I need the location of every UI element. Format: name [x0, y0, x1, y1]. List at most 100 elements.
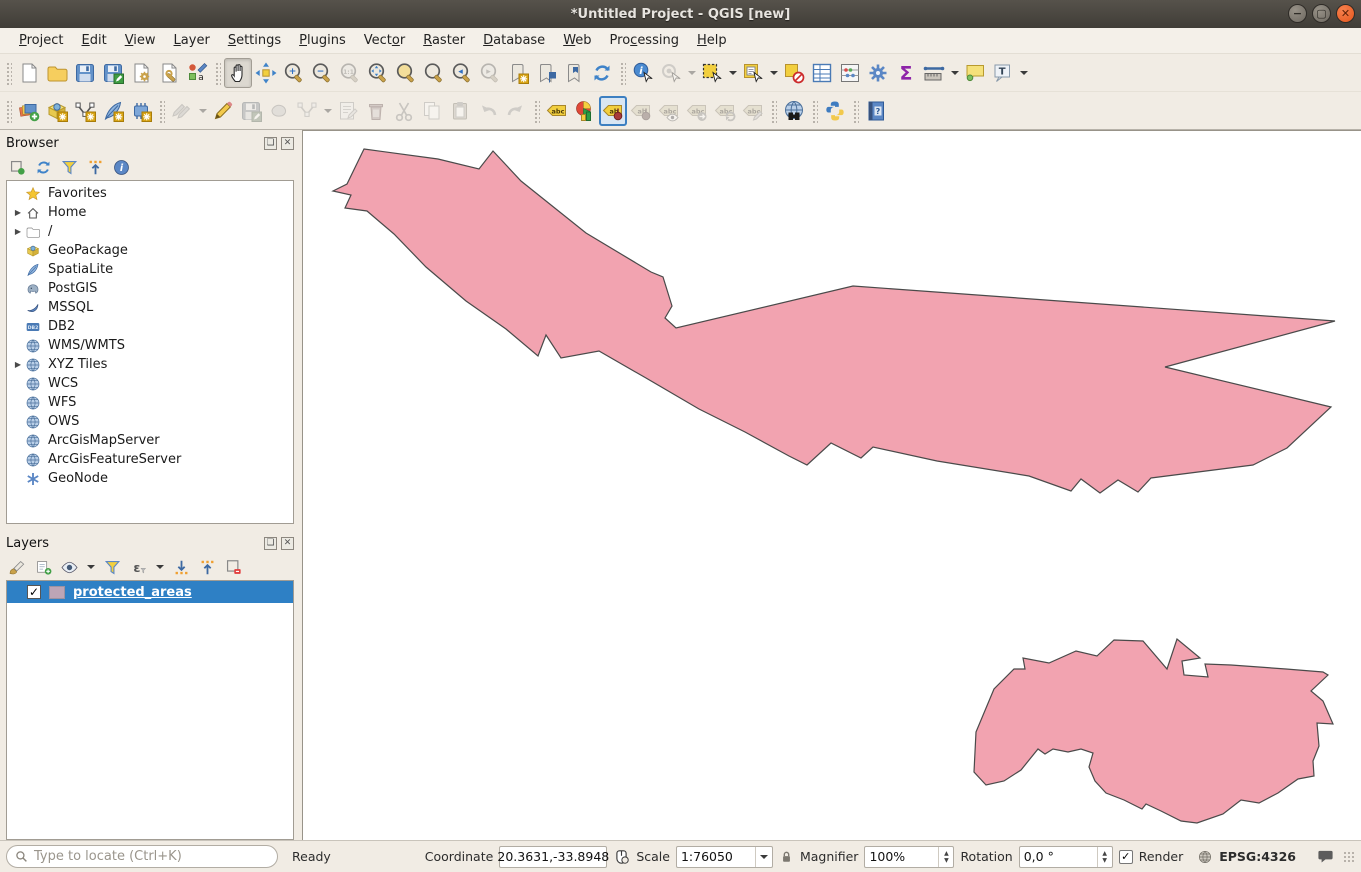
- pan-to-selection-icon[interactable]: [252, 58, 280, 88]
- menu-vector[interactable]: Vector: [355, 30, 414, 51]
- title-bar[interactable]: *Untitled Project - QGIS [new] − ▢ ✕: [0, 0, 1361, 28]
- menu-database[interactable]: Database: [474, 30, 554, 51]
- field-calculator-icon[interactable]: [836, 58, 864, 88]
- layers-float-icon[interactable]: ❏: [264, 537, 277, 550]
- statistical-summary-icon[interactable]: Σ: [892, 58, 920, 88]
- collapse-all-icon[interactable]: [84, 156, 106, 178]
- scale-dropdown-icon[interactable]: [755, 847, 772, 867]
- menu-project[interactable]: Project: [10, 30, 73, 51]
- toolbar-grip[interactable]: [214, 61, 221, 85]
- map-canvas[interactable]: [302, 130, 1361, 840]
- browser-item-geonode[interactable]: GeoNode: [7, 469, 293, 488]
- collapse-all-layers-icon[interactable]: [196, 556, 218, 578]
- close-button[interactable]: ✕: [1336, 4, 1355, 23]
- layers-close-icon[interactable]: ✕: [281, 537, 294, 550]
- browser-item-xyz-tiles[interactable]: ▶XYZ Tiles: [7, 355, 293, 374]
- select-features-by-value-dropdown-icon[interactable]: [767, 58, 780, 88]
- browser-item-arcgismapserver[interactable]: ArcGisMapServer: [7, 431, 293, 450]
- menu-raster[interactable]: Raster: [414, 30, 474, 51]
- project-new-icon[interactable]: [15, 58, 43, 88]
- expand-all-icon[interactable]: [170, 556, 192, 578]
- magnifier-spin-icons[interactable]: ▲▼: [938, 847, 953, 867]
- menu-view[interactable]: View: [116, 30, 165, 51]
- rotation-spin-icons[interactable]: ▲▼: [1097, 847, 1112, 867]
- measure-line-icon[interactable]: [920, 58, 948, 88]
- python-console-icon[interactable]: [821, 96, 849, 126]
- show-bookmark-manager-icon[interactable]: [560, 58, 588, 88]
- refresh-map-icon[interactable]: [588, 58, 616, 88]
- select-features-dropdown-icon[interactable]: [726, 58, 739, 88]
- browser-item-favorites[interactable]: Favorites: [7, 184, 293, 203]
- minimize-button[interactable]: −: [1288, 4, 1307, 23]
- new-print-layout-icon[interactable]: [127, 58, 155, 88]
- toolbar-grip[interactable]: [5, 61, 12, 85]
- new-virtual-layer-icon[interactable]: [127, 96, 155, 126]
- zoom-to-layer-icon[interactable]: [420, 58, 448, 88]
- expander-icon[interactable]: ▶: [11, 208, 25, 217]
- select-features-icon[interactable]: [698, 58, 726, 88]
- show-spatial-bookmarks-icon[interactable]: [532, 58, 560, 88]
- menu-layer[interactable]: Layer: [165, 30, 219, 51]
- metasearch-icon[interactable]: [780, 96, 808, 126]
- coordinate-input[interactable]: 20.3631,-33.8948: [499, 846, 607, 868]
- zoom-to-selection-icon[interactable]: [392, 58, 420, 88]
- browser-item-mssql[interactable]: MSSQL: [7, 298, 293, 317]
- zoom-last-icon[interactable]: ◂: [448, 58, 476, 88]
- menu-web[interactable]: Web: [554, 30, 600, 51]
- crs-status[interactable]: EPSG:4326: [1219, 849, 1296, 864]
- help-contents-icon[interactable]: ?: [862, 96, 890, 126]
- browser-float-icon[interactable]: ❏: [264, 137, 277, 150]
- project-open-icon[interactable]: [43, 58, 71, 88]
- filter-by-expression-icon[interactable]: ε: [127, 556, 149, 578]
- map-tips-icon[interactable]: [961, 58, 989, 88]
- zoom-full-icon[interactable]: [364, 58, 392, 88]
- extents-toggle-icon[interactable]: [613, 848, 630, 865]
- browser-close-icon[interactable]: ✕: [281, 137, 294, 150]
- processing-toolbox-icon[interactable]: [864, 58, 892, 88]
- manage-map-themes-dropdown-icon[interactable]: [84, 552, 97, 582]
- zoom-in-icon[interactable]: +: [280, 58, 308, 88]
- new-shapefile-layer-icon[interactable]: [71, 96, 99, 126]
- text-annotation-icon[interactable]: T: [989, 58, 1017, 88]
- toolbar-grip[interactable]: [619, 61, 626, 85]
- add-selected-layer-icon[interactable]: [6, 156, 28, 178]
- browser-item--[interactable]: ▶/: [7, 222, 293, 241]
- browser-item-geopackage[interactable]: GeoPackage: [7, 241, 293, 260]
- manage-map-themes-icon[interactable]: [58, 556, 80, 578]
- maximize-button[interactable]: ▢: [1312, 4, 1331, 23]
- browser-item-wms-wmts[interactable]: WMS/WMTS: [7, 336, 293, 355]
- browser-item-db2[interactable]: DB2DB2: [7, 317, 293, 336]
- browser-item-spatialite[interactable]: SpatiaLite: [7, 260, 293, 279]
- menu-plugins[interactable]: Plugins: [290, 30, 355, 51]
- browser-item-postgis[interactable]: PostGIS: [7, 279, 293, 298]
- locate-search-input[interactable]: Type to locate (Ctrl+K): [6, 845, 278, 868]
- crs-globe-icon[interactable]: [1197, 849, 1213, 865]
- filter-by-expression-dropdown-icon[interactable]: [153, 552, 166, 582]
- project-save-as-icon[interactable]: [99, 58, 127, 88]
- browser-item-wfs[interactable]: WFS: [7, 393, 293, 412]
- messages-icon[interactable]: [1316, 848, 1335, 865]
- style-manager-icon[interactable]: a: [183, 58, 211, 88]
- filter-browser-icon[interactable]: [58, 156, 80, 178]
- text-annotation-dropdown-icon[interactable]: [1017, 58, 1030, 88]
- scale-combobox[interactable]: 1:76050: [676, 846, 773, 868]
- toolbar-grip[interactable]: [533, 99, 540, 123]
- expander-icon[interactable]: ▶: [11, 360, 25, 369]
- browser-item-home[interactable]: ▶Home: [7, 203, 293, 222]
- new-spatial-bookmark-icon[interactable]: [504, 58, 532, 88]
- project-save-icon[interactable]: [71, 58, 99, 88]
- refresh-browser-icon[interactable]: [32, 156, 54, 178]
- new-spatialite-layer-icon[interactable]: [99, 96, 127, 126]
- menu-edit[interactable]: Edit: [73, 30, 116, 51]
- layer-labeling-single-icon[interactable]: ab: [599, 96, 627, 126]
- enable-properties-widget-icon[interactable]: i: [110, 156, 132, 178]
- add-group-icon[interactable]: [32, 556, 54, 578]
- show-layout-manager-icon[interactable]: [155, 58, 183, 88]
- resize-grip[interactable]: [1343, 851, 1355, 863]
- lock-scale-icon[interactable]: [779, 849, 794, 865]
- panel-splitter[interactable]: [0, 524, 302, 532]
- layer-diagram-icon[interactable]: [571, 96, 599, 126]
- expander-icon[interactable]: ▶: [11, 227, 25, 236]
- layer-visibility-checkbox[interactable]: ✓: [27, 585, 41, 599]
- remove-layer-icon[interactable]: [222, 556, 244, 578]
